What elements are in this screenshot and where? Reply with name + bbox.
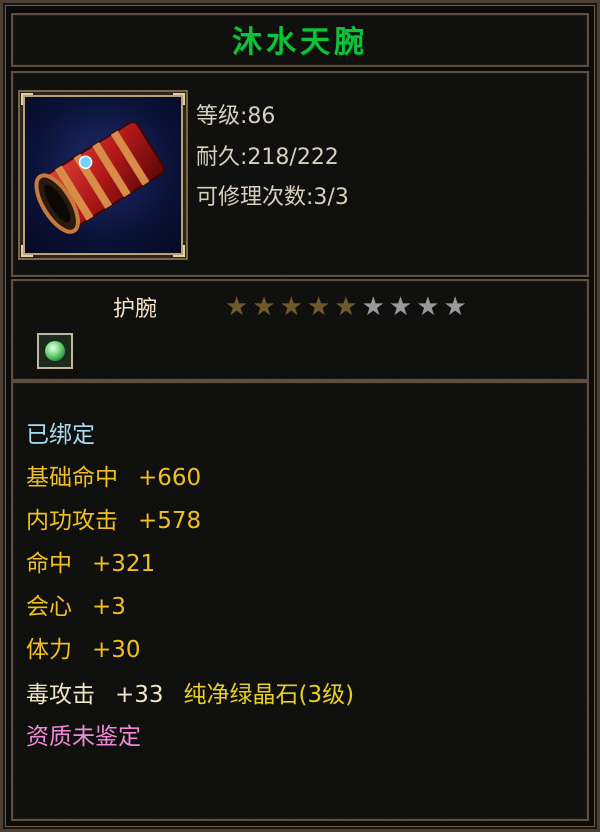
green-gem-icon (45, 341, 65, 361)
bound-label: 已绑定 (26, 422, 95, 448)
star-filled-icon: ★ (225, 292, 249, 322)
item-repair-count: 可修理次数:3/3 (196, 185, 349, 210)
stat-value: +660 (138, 465, 202, 491)
star-filled-icon: ★ (306, 292, 331, 322)
stat-value: +33 (115, 682, 164, 708)
stat-value: +3 (92, 594, 126, 620)
stat-label: 基础命中 (26, 465, 118, 491)
quality-label: 资质未鉴定 (26, 724, 141, 750)
item-tooltip: 沐水天腕 等级:86 耐久:218/222 可修理次数:3/3 护腕 ★ ★ ★… (0, 0, 600, 832)
gem-slot[interactable] (37, 333, 73, 369)
stat-value: +321 (92, 551, 156, 577)
item-durability: 耐久:218/222 (196, 145, 339, 170)
stat-internal-attack: 内功攻击 +578 (26, 501, 201, 535)
item-level: 等级:86 (196, 104, 276, 129)
stat-label: 体力 (26, 637, 72, 663)
stat-label: 命中 (26, 551, 72, 577)
quality-status: 资质未鉴定 (26, 717, 141, 751)
star-filled-icon: ★ (279, 292, 303, 322)
item-type: 护腕 (113, 297, 158, 322)
stat-label: 毒攻击 (26, 682, 95, 708)
stat-stamina: 体力 +30 (26, 630, 141, 664)
star-filled-icon: ★ (252, 292, 276, 322)
item-name: 沐水天腕 (232, 25, 368, 60)
frame-corner (21, 93, 33, 105)
stat-value: +578 (138, 508, 202, 534)
frame-corner (173, 245, 185, 257)
star-rating: ★ ★ ★ ★ ★ ★ ★ ★ ★ (225, 293, 467, 321)
stat-value: +30 (92, 637, 141, 663)
stat-label: 内功攻击 (26, 508, 118, 534)
stat-base-hit: 基础命中 +660 (26, 458, 201, 492)
star-empty-icon: ★ (388, 292, 413, 322)
stat-hit: 命中 +321 (26, 544, 155, 578)
bound-status: 已绑定 (26, 415, 95, 449)
frame-corner (173, 93, 185, 105)
frame-corner (21, 245, 33, 257)
stat-poison-attack: 毒攻击 +33 纯净绿晶石(3级) (26, 675, 354, 709)
star-empty-icon: ★ (361, 292, 385, 322)
stat-label: 会心 (26, 594, 72, 620)
star-filled-icon: ★ (334, 292, 358, 322)
item-icon-frame[interactable] (21, 93, 185, 257)
gem-bonus-text: 纯净绿晶石(3级) (183, 682, 355, 708)
red-bracer-icon (34, 121, 166, 234)
star-empty-icon: ★ (443, 292, 467, 322)
stat-crit: 会心 +3 (26, 587, 126, 621)
star-empty-icon: ★ (416, 292, 440, 322)
